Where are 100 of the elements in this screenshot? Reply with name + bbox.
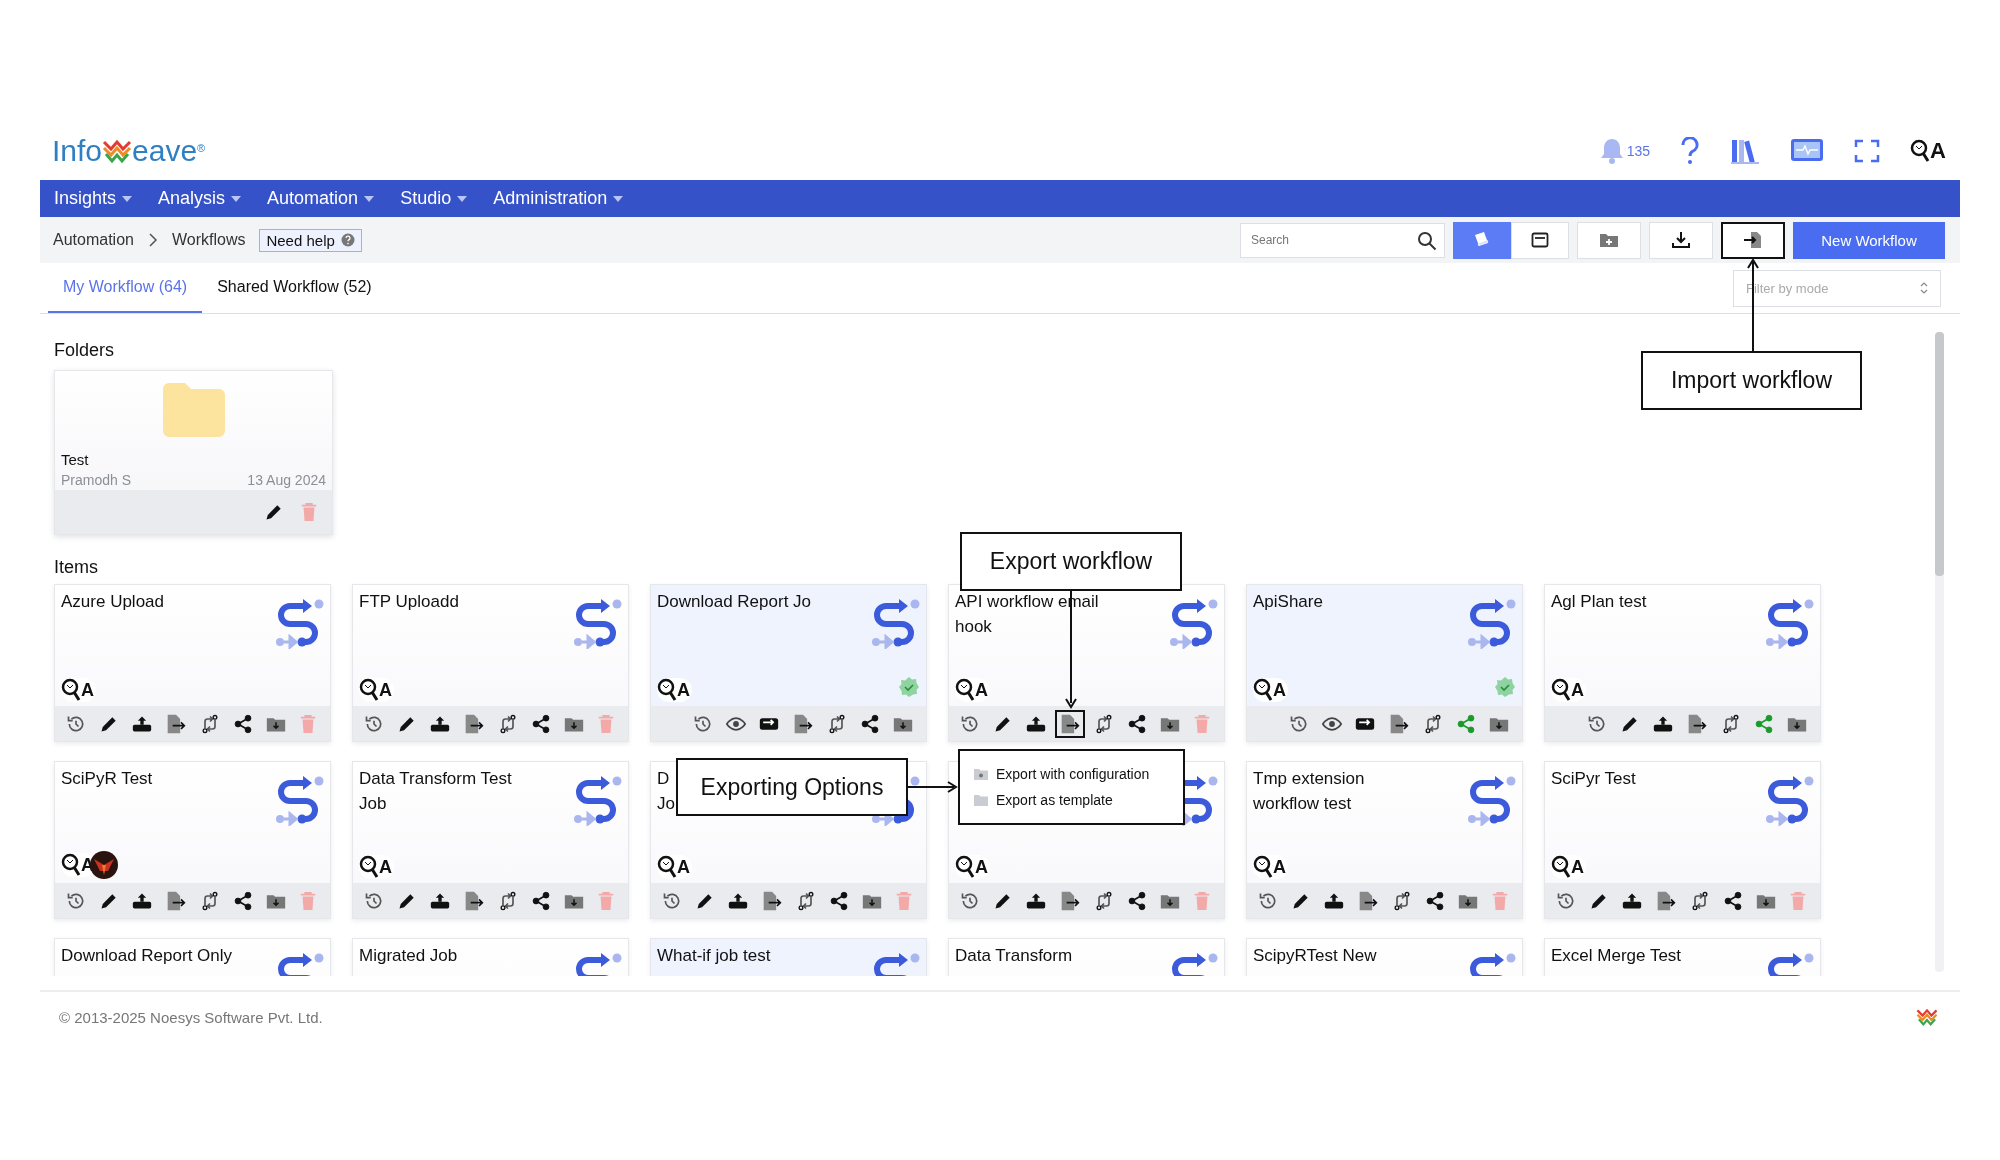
folder-icon bbox=[162, 381, 225, 437]
sync-icon[interactable] bbox=[1721, 713, 1741, 734]
books-icon[interactable] bbox=[1730, 137, 1761, 165]
workflow-card[interactable]: Data Transform bbox=[948, 938, 1225, 976]
help-button[interactable]: Need help bbox=[259, 228, 362, 252]
workflow-title: Jo bbox=[657, 793, 675, 815]
workflow-card[interactable]: Migrated Job bbox=[352, 938, 629, 976]
menu-item[interactable]: Administration bbox=[483, 188, 634, 209]
search-field[interactable]: Search bbox=[1240, 222, 1445, 258]
workflow-icon bbox=[274, 597, 324, 649]
workflow-card[interactable]: FTP Uploadd A bbox=[352, 584, 629, 742]
magnifier-icon bbox=[657, 855, 677, 879]
help-icon[interactable] bbox=[1680, 137, 1701, 165]
share-icon[interactable] bbox=[531, 713, 551, 734]
workflow-icon bbox=[1764, 597, 1814, 649]
registered-mark: ® bbox=[197, 142, 206, 154]
list-icon[interactable] bbox=[1531, 232, 1549, 248]
weave-logo-icon bbox=[1916, 1006, 1938, 1028]
sync-icon[interactable] bbox=[498, 713, 518, 734]
share-icon[interactable] bbox=[829, 890, 849, 911]
tab[interactable]: My Workflow (64) bbox=[48, 263, 203, 313]
sync-icon[interactable] bbox=[1392, 890, 1412, 911]
workflow-title: Tmp extension bbox=[1253, 768, 1365, 790]
fullscreen-icon[interactable] bbox=[1854, 139, 1881, 163]
sync-icon[interactable] bbox=[1094, 890, 1114, 911]
sync-icon[interactable] bbox=[200, 713, 220, 734]
workflow-icon bbox=[1466, 774, 1516, 826]
share-icon[interactable] bbox=[233, 890, 253, 911]
share-icon[interactable] bbox=[1723, 890, 1743, 911]
breadcrumb-link[interactable]: Workflows bbox=[171, 231, 246, 249]
pencil-icon[interactable] bbox=[264, 502, 284, 522]
sync-icon[interactable] bbox=[498, 890, 518, 911]
share-icon[interactable] bbox=[531, 890, 551, 911]
magnifier-icon bbox=[1253, 678, 1273, 702]
import-icon[interactable] bbox=[1743, 231, 1763, 249]
workflow-title: SciPyr Test bbox=[1551, 768, 1636, 790]
folder-card[interactable]: Test Pramodh S 13 Aug 2024 bbox=[54, 370, 333, 535]
workflow-card[interactable]: Data Transform Test Job A bbox=[352, 761, 629, 919]
share-icon[interactable] bbox=[1127, 890, 1147, 911]
sync-icon[interactable] bbox=[1423, 713, 1443, 734]
updown-icon[interactable] bbox=[1920, 282, 1928, 294]
menu-item[interactable]: Export with configuration bbox=[974, 766, 1183, 782]
menu-item[interactable]: Export as template bbox=[974, 792, 1183, 808]
sync-icon[interactable] bbox=[796, 890, 816, 911]
sync-icon[interactable] bbox=[827, 713, 847, 734]
scrollbar[interactable] bbox=[1935, 332, 1944, 972]
menu-item[interactable]: Insights bbox=[44, 188, 143, 209]
card-view-button[interactable] bbox=[1453, 221, 1511, 259]
monitor-icon[interactable] bbox=[1790, 138, 1825, 164]
workflow-card[interactable]: Download Report Only bbox=[54, 938, 331, 976]
workflow-card[interactable]: SciPyr Test A bbox=[1544, 761, 1821, 919]
download-button[interactable] bbox=[1649, 221, 1713, 259]
help-icon[interactable] bbox=[340, 233, 355, 247]
sync-icon[interactable] bbox=[1094, 713, 1114, 734]
caret-icon[interactable] bbox=[364, 195, 375, 202]
sync-icon[interactable] bbox=[1690, 890, 1710, 911]
download-icon[interactable] bbox=[1671, 231, 1691, 249]
copyright-text: © 2013-2025 Noesys Software Pvt. Ltd. bbox=[59, 1008, 323, 1026]
share-icon[interactable] bbox=[1425, 890, 1445, 911]
import-button[interactable] bbox=[1721, 221, 1785, 259]
search-icon[interactable] bbox=[1417, 230, 1437, 251]
section-heading: Folders bbox=[54, 340, 115, 361]
share-icon[interactable] bbox=[1127, 713, 1147, 734]
workflow-icon bbox=[572, 774, 622, 826]
workflow-title: workflow test bbox=[1253, 793, 1352, 815]
workflow-card[interactable]: ScipyRTest New bbox=[1246, 938, 1523, 976]
logo-text: Info bbox=[52, 136, 103, 166]
workflow-card[interactable]: What-if job test bbox=[650, 938, 927, 976]
workflow-card[interactable]: ApiShare A bbox=[1246, 584, 1523, 742]
menu-item[interactable]: Analysis bbox=[148, 188, 252, 209]
list-view-button[interactable] bbox=[1511, 221, 1569, 259]
magnifier-icon bbox=[359, 678, 379, 702]
magnifier-icon bbox=[955, 855, 975, 879]
workflow-card[interactable]: Excel Merge Test bbox=[1544, 938, 1821, 976]
workflow-title: hook bbox=[955, 616, 992, 638]
folder-icon bbox=[974, 794, 988, 806]
menu-item[interactable]: Automation bbox=[257, 188, 385, 209]
workflow-card[interactable]: Agl Plan test A bbox=[1544, 584, 1821, 742]
workflow-card[interactable]: Tmp extension workflow test A bbox=[1246, 761, 1523, 919]
export-icon[interactable] bbox=[1055, 709, 1085, 738]
sync-icon[interactable] bbox=[200, 890, 220, 911]
share-icon[interactable] bbox=[860, 713, 880, 734]
caret-icon[interactable] bbox=[231, 195, 242, 202]
workflow-title: FTP Uploadd bbox=[359, 591, 459, 613]
magnifier-icon[interactable] bbox=[1910, 139, 1931, 163]
caret-icon[interactable] bbox=[457, 195, 468, 202]
share-icon[interactable] bbox=[233, 713, 253, 734]
new-workflow-button[interactable]: New Workflow bbox=[1793, 221, 1945, 259]
menu-item[interactable]: Studio bbox=[390, 188, 478, 209]
caret-icon[interactable] bbox=[613, 195, 624, 202]
workflow-card[interactable]: Azure Upload A bbox=[54, 584, 331, 742]
breadcrumb-link[interactable]: Automation bbox=[53, 231, 134, 249]
new-folder-button[interactable] bbox=[1577, 221, 1641, 259]
workflow-card[interactable]: Download Report Jo A bbox=[650, 584, 927, 742]
caret-icon[interactable] bbox=[122, 195, 133, 202]
tab[interactable]: Shared Workflow (52) bbox=[202, 263, 387, 313]
callout-label: Export workflow bbox=[960, 532, 1182, 591]
logo[interactable]: Info eave$^{®}$ bbox=[52, 136, 206, 166]
workflow-title: ScipyRTest New bbox=[1253, 945, 1377, 967]
folder-plus-icon[interactable] bbox=[1599, 231, 1619, 249]
